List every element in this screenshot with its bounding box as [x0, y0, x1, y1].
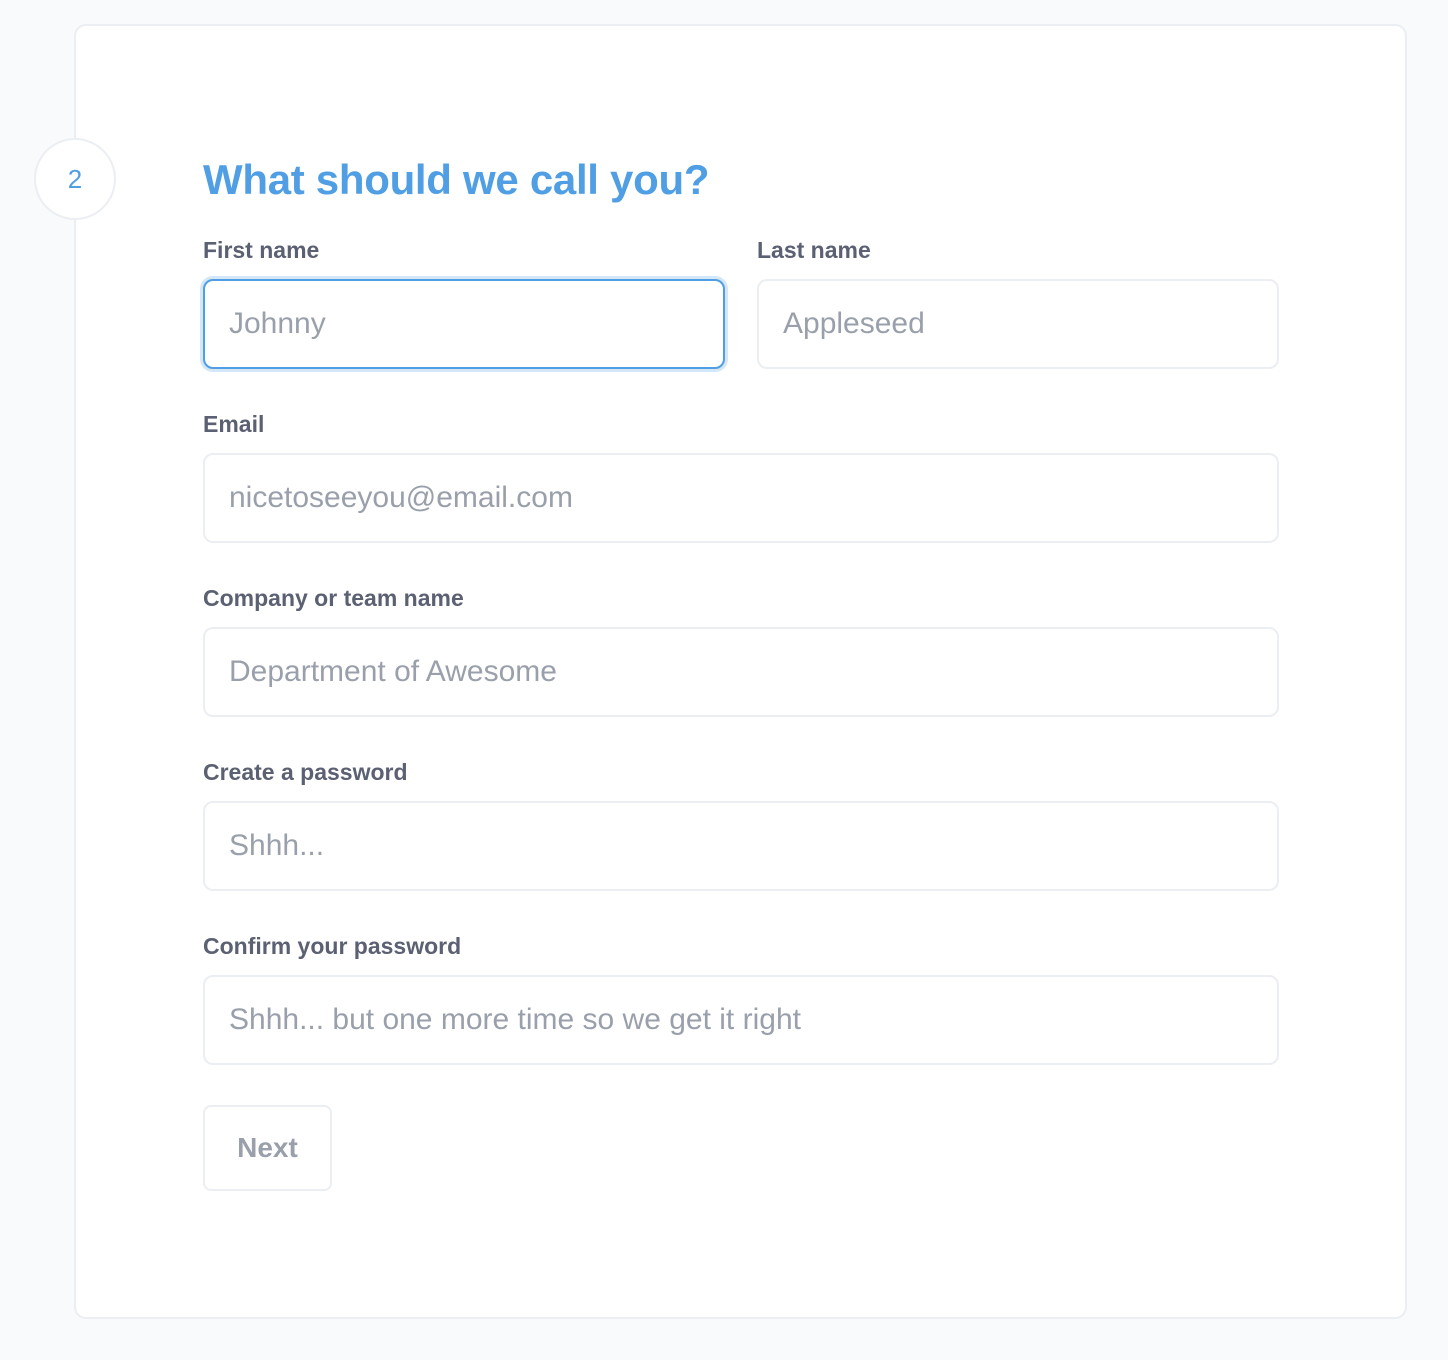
- step-number-badge: 2: [34, 138, 116, 220]
- last-name-label: Last name: [757, 237, 871, 263]
- step-number: 2: [67, 163, 83, 194]
- confirm-password-input[interactable]: [203, 975, 1279, 1065]
- email-input[interactable]: [203, 453, 1279, 543]
- email-label: Email: [203, 411, 265, 437]
- company-label: Company or team name: [203, 585, 464, 611]
- first-name-input[interactable]: [203, 279, 725, 369]
- next-button[interactable]: Next: [203, 1105, 332, 1191]
- last-name-input[interactable]: [757, 279, 1279, 369]
- password-input[interactable]: [203, 801, 1279, 891]
- password-label: Create a password: [203, 759, 408, 785]
- first-name-label: First name: [203, 237, 320, 263]
- company-input[interactable]: [203, 627, 1279, 717]
- confirm-password-label: Confirm your password: [203, 933, 462, 959]
- step-title: What should we call you?: [203, 156, 710, 203]
